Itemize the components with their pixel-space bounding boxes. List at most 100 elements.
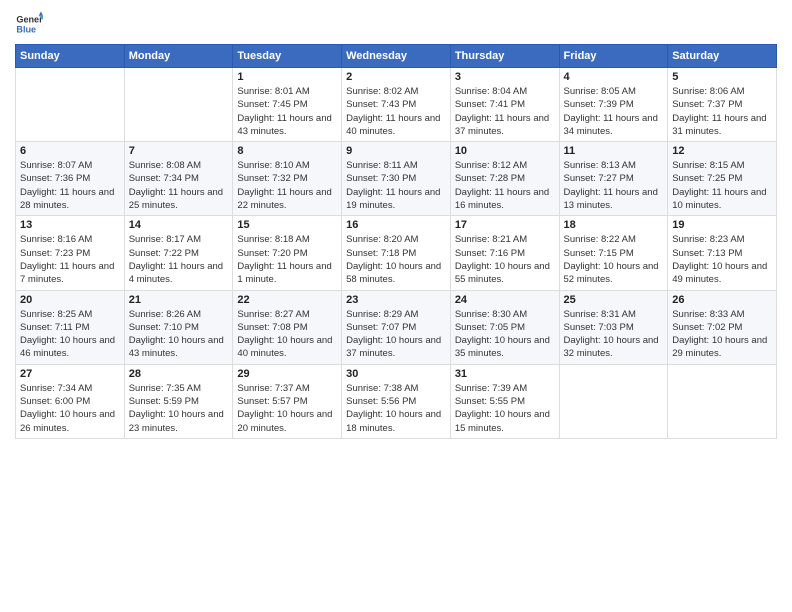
day-info-30: Sunrise: 7:38 AMSunset: 5:56 PMDaylight:… xyxy=(346,382,446,435)
week-row-3: 13 Sunrise: 8:16 AMSunset: 7:23 PMDayligh… xyxy=(16,216,777,290)
empty-cell xyxy=(559,364,668,438)
day-11: 11 Sunrise: 8:13 AMSunset: 7:27 PMDayligh… xyxy=(559,142,668,216)
day-number-13: 13 xyxy=(20,219,120,231)
day-number-31: 31 xyxy=(455,368,555,380)
day-info-31: Sunrise: 7:39 AMSunset: 5:55 PMDaylight:… xyxy=(455,382,555,435)
week-row-1: 1 Sunrise: 8:01 AMSunset: 7:45 PMDaylight… xyxy=(16,68,777,142)
day-info-9: Sunrise: 8:11 AMSunset: 7:30 PMDaylight:… xyxy=(346,159,446,212)
day-12: 12Sunrise: 8:15 AMSunset: 7:25 PMDayligh… xyxy=(668,142,777,216)
day-10: 10Sunrise: 8:12 AMSunset: 7:28 PMDayligh… xyxy=(450,142,559,216)
day-info-22: Sunrise: 8:27 AMSunset: 7:08 PMDaylight:… xyxy=(237,308,337,361)
day-number-11: 11 xyxy=(564,145,664,157)
day-info-27: Sunrise: 7:34 AMSunset: 6:00 PMDaylight:… xyxy=(20,382,120,435)
weekday-saturday: Saturday xyxy=(668,45,777,68)
day-29: 29 Sunrise: 7:37 AMSunset: 5:57 PMDayligh… xyxy=(233,364,342,438)
day-info-7: Sunrise: 8:08 AMSunset: 7:34 PMDaylight:… xyxy=(129,159,229,212)
day-13: 13 Sunrise: 8:16 AMSunset: 7:23 PMDayligh… xyxy=(16,216,125,290)
day-2: 2 Sunrise: 8:02 AMSunset: 7:43 PMDaylight… xyxy=(342,68,451,142)
day-number-29: 29 xyxy=(237,368,337,380)
day-31: 31 Sunrise: 7:39 AMSunset: 5:55 PMDayligh… xyxy=(450,364,559,438)
day-18: 18Sunrise: 8:22 AMSunset: 7:15 PMDayligh… xyxy=(559,216,668,290)
day-4: 4 Sunrise: 8:05 AMSunset: 7:39 PMDaylight… xyxy=(559,68,668,142)
svg-text:Blue: Blue xyxy=(16,24,36,34)
weekday-wednesday: Wednesday xyxy=(342,45,451,68)
day-number-28: 28 xyxy=(129,368,229,380)
day-number-21: 21 xyxy=(129,294,229,306)
day-20: 20 Sunrise: 8:25 AMSunset: 7:11 PMDayligh… xyxy=(16,290,125,364)
weekday-tuesday: Tuesday xyxy=(233,45,342,68)
day-23: 23Sunrise: 8:29 AMSunset: 7:07 PMDayligh… xyxy=(342,290,451,364)
day-number-26: 26 xyxy=(672,294,772,306)
day-24: 24Sunrise: 8:30 AMSunset: 7:05 PMDayligh… xyxy=(450,290,559,364)
day-info-13: Sunrise: 8:16 AMSunset: 7:23 PMDaylight:… xyxy=(20,233,120,286)
week-row-5: 27 Sunrise: 7:34 AMSunset: 6:00 PMDayligh… xyxy=(16,364,777,438)
day-info-25: Sunrise: 8:31 AMSunset: 7:03 PMDaylight:… xyxy=(564,308,664,361)
day-number-2: 2 xyxy=(346,71,446,83)
day-1: 1 Sunrise: 8:01 AMSunset: 7:45 PMDaylight… xyxy=(233,68,342,142)
day-number-15: 15 xyxy=(237,219,337,231)
empty-cell xyxy=(16,68,125,142)
day-19: 19 Sunrise: 8:23 AMSunset: 7:13 PMDayligh… xyxy=(668,216,777,290)
weekday-monday: Monday xyxy=(124,45,233,68)
calendar: SundayMondayTuesdayWednesdayThursdayFrid… xyxy=(15,44,777,439)
day-6: 6 Sunrise: 8:07 AMSunset: 7:36 PMDaylight… xyxy=(16,142,125,216)
day-info-5: Sunrise: 8:06 AMSunset: 7:37 PMDaylight:… xyxy=(672,85,772,138)
day-number-12: 12 xyxy=(672,145,772,157)
day-25: 25 Sunrise: 8:31 AMSunset: 7:03 PMDayligh… xyxy=(559,290,668,364)
weekday-header-row: SundayMondayTuesdayWednesdayThursdayFrid… xyxy=(16,45,777,68)
day-number-27: 27 xyxy=(20,368,120,380)
day-5: 5Sunrise: 8:06 AMSunset: 7:37 PMDaylight… xyxy=(668,68,777,142)
day-info-17: Sunrise: 8:21 AMSunset: 7:16 PMDaylight:… xyxy=(455,233,555,286)
weekday-friday: Friday xyxy=(559,45,668,68)
day-number-1: 1 xyxy=(237,71,337,83)
day-number-25: 25 xyxy=(564,294,664,306)
day-number-18: 18 xyxy=(564,219,664,231)
day-info-20: Sunrise: 8:25 AMSunset: 7:11 PMDaylight:… xyxy=(20,308,120,361)
day-27: 27 Sunrise: 7:34 AMSunset: 6:00 PMDayligh… xyxy=(16,364,125,438)
day-info-16: Sunrise: 8:20 AMSunset: 7:18 PMDaylight:… xyxy=(346,233,446,286)
day-number-22: 22 xyxy=(237,294,337,306)
day-number-20: 20 xyxy=(20,294,120,306)
day-26: 26Sunrise: 8:33 AMSunset: 7:02 PMDayligh… xyxy=(668,290,777,364)
page: General Blue SundayMondayTuesdayWednesda… xyxy=(0,0,792,612)
day-22: 22 Sunrise: 8:27 AMSunset: 7:08 PMDayligh… xyxy=(233,290,342,364)
logo-icon: General Blue xyxy=(15,10,43,38)
day-info-24: Sunrise: 8:30 AMSunset: 7:05 PMDaylight:… xyxy=(455,308,555,361)
header: General Blue xyxy=(15,10,777,38)
day-number-6: 6 xyxy=(20,145,120,157)
weekday-sunday: Sunday xyxy=(16,45,125,68)
weekday-thursday: Thursday xyxy=(450,45,559,68)
day-3: 3Sunrise: 8:04 AMSunset: 7:41 PMDaylight… xyxy=(450,68,559,142)
day-info-21: Sunrise: 8:26 AMSunset: 7:10 PMDaylight:… xyxy=(129,308,229,361)
day-number-4: 4 xyxy=(564,71,664,83)
day-info-8: Sunrise: 8:10 AMSunset: 7:32 PMDaylight:… xyxy=(237,159,337,212)
day-info-10: Sunrise: 8:12 AMSunset: 7:28 PMDaylight:… xyxy=(455,159,555,212)
day-info-2: Sunrise: 8:02 AMSunset: 7:43 PMDaylight:… xyxy=(346,85,446,138)
day-21: 21 Sunrise: 8:26 AMSunset: 7:10 PMDayligh… xyxy=(124,290,233,364)
day-info-4: Sunrise: 8:05 AMSunset: 7:39 PMDaylight:… xyxy=(564,85,664,138)
day-number-19: 19 xyxy=(672,219,772,231)
day-8: 8Sunrise: 8:10 AMSunset: 7:32 PMDaylight… xyxy=(233,142,342,216)
day-info-11: Sunrise: 8:13 AMSunset: 7:27 PMDaylight:… xyxy=(564,159,664,212)
day-number-7: 7 xyxy=(129,145,229,157)
day-16: 16 Sunrise: 8:20 AMSunset: 7:18 PMDayligh… xyxy=(342,216,451,290)
day-info-14: Sunrise: 8:17 AMSunset: 7:22 PMDaylight:… xyxy=(129,233,229,286)
day-info-23: Sunrise: 8:29 AMSunset: 7:07 PMDaylight:… xyxy=(346,308,446,361)
day-number-16: 16 xyxy=(346,219,446,231)
empty-cell xyxy=(668,364,777,438)
day-15: 15 Sunrise: 8:18 AMSunset: 7:20 PMDayligh… xyxy=(233,216,342,290)
week-row-2: 6 Sunrise: 8:07 AMSunset: 7:36 PMDaylight… xyxy=(16,142,777,216)
day-14: 14Sunrise: 8:17 AMSunset: 7:22 PMDayligh… xyxy=(124,216,233,290)
day-17: 17 Sunrise: 8:21 AMSunset: 7:16 PMDayligh… xyxy=(450,216,559,290)
day-info-6: Sunrise: 8:07 AMSunset: 7:36 PMDaylight:… xyxy=(20,159,120,212)
day-info-1: Sunrise: 8:01 AMSunset: 7:45 PMDaylight:… xyxy=(237,85,337,138)
day-info-29: Sunrise: 7:37 AMSunset: 5:57 PMDaylight:… xyxy=(237,382,337,435)
week-row-4: 20 Sunrise: 8:25 AMSunset: 7:11 PMDayligh… xyxy=(16,290,777,364)
day-info-19: Sunrise: 8:23 AMSunset: 7:13 PMDaylight:… xyxy=(672,233,772,286)
day-number-30: 30 xyxy=(346,368,446,380)
day-info-15: Sunrise: 8:18 AMSunset: 7:20 PMDaylight:… xyxy=(237,233,337,286)
day-info-3: Sunrise: 8:04 AMSunset: 7:41 PMDaylight:… xyxy=(455,85,555,138)
day-number-17: 17 xyxy=(455,219,555,231)
day-number-9: 9 xyxy=(346,145,446,157)
day-30: 30 Sunrise: 7:38 AMSunset: 5:56 PMDayligh… xyxy=(342,364,451,438)
